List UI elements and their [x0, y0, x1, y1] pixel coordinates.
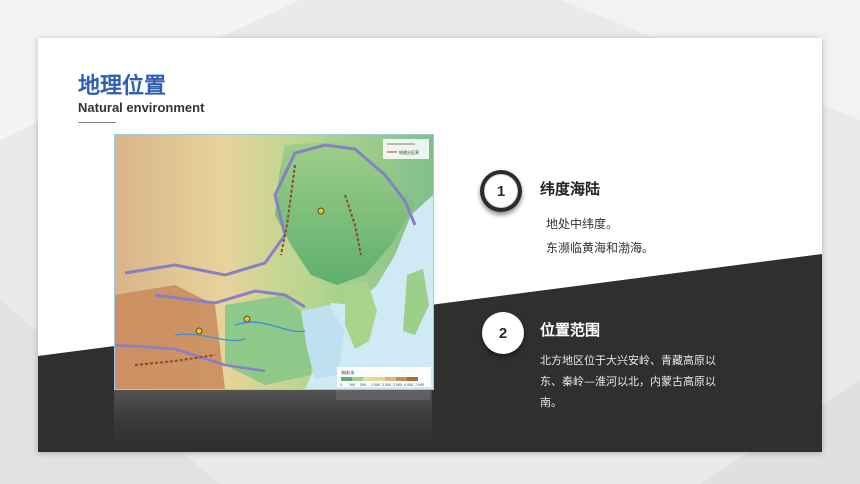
elevation-tick: 0 [340, 383, 342, 387]
page-subtitle: Natural environment [78, 100, 205, 115]
point-1-line: 地处中纬度。 [546, 217, 619, 231]
elevation-tick: 200 [349, 383, 355, 387]
point-2-body: 北方地区位于大兴安岭、青藏高原以 东、秦岭—淮河以北，内蒙古高原以 南。 [540, 350, 760, 413]
point-1-body: 地处中纬度。 东濒临黄海和渤海。 [546, 212, 654, 260]
terrain-map: 地理分区界 海拔/米 0 200 500 1 000 2 000 3 000 4 [115, 135, 433, 389]
point-2-line: 南。 [540, 396, 562, 409]
point-2-line: 北方地区位于大兴安岭、青藏高原以 [540, 354, 716, 367]
title-block: 地理位置 Natural environment [78, 74, 204, 115]
page-title: 地理位置 [78, 74, 167, 99]
elevation-tick: 4 000 [404, 383, 413, 387]
elevation-tick: 3 000 [393, 383, 402, 387]
elevation-tick: 7 000 [415, 383, 424, 387]
slide-card: 地理位置 Natural environment 地理分区界 海拔/米 0 20… [38, 38, 822, 452]
elevation-legend-label: 海拔/米 [341, 369, 354, 375]
map-legend-label: 地理分区界 [399, 149, 419, 155]
point-1-line: 东濒临黄海和渤海。 [546, 241, 655, 255]
point-1-heading: 纬度海陆 [540, 180, 601, 198]
point-2-badge: 2 [482, 312, 524, 354]
point-1-number: 1 [484, 174, 518, 208]
map-image: 地理分区界 海拔/米 0 200 500 1 000 2 000 3 000 4 [114, 134, 434, 390]
elevation-legend-bar [341, 377, 418, 381]
elevation-tick: 500 [360, 383, 366, 387]
point-2-heading: 位置范围 [540, 321, 601, 339]
point-2-line: 东、秦岭—淮河以北，内蒙古高原以 [540, 375, 716, 388]
map-reflection [114, 390, 432, 452]
point-1-badge: 1 [480, 170, 522, 212]
elevation-tick: 2 000 [382, 383, 391, 387]
title-underline [78, 122, 116, 123]
point-2-number: 2 [486, 316, 520, 350]
elevation-tick: 1 000 [371, 383, 380, 387]
